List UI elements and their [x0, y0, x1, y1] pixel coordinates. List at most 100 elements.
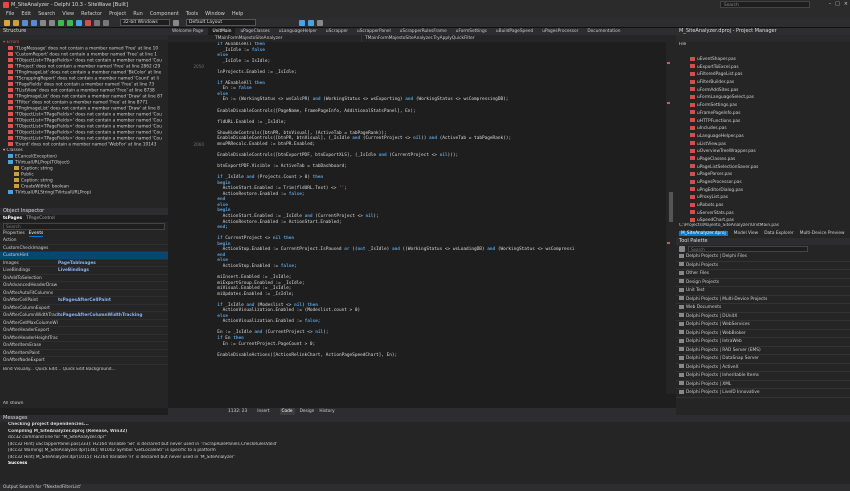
project-file-item[interactable]: uServerStats.pas [676, 210, 850, 218]
menu-run[interactable]: Run [133, 11, 143, 17]
tab-documentation[interactable]: Documentation [583, 28, 624, 35]
menu-window[interactable]: Window [205, 11, 225, 17]
event-value[interactable] [58, 275, 168, 282]
event-row[interactable]: OnAfterGetMaxColumnWidth [0, 320, 168, 327]
menu-project[interactable]: Project [109, 11, 126, 17]
project-file-item[interactable]: uPngEditorDialog.pas [676, 187, 850, 195]
event-row[interactable]: CustomCheckImages [0, 245, 168, 252]
project-file-item[interactable]: uFilteredPageList.pas [676, 71, 850, 79]
event-row[interactable]: OnAfterCellPaint tsPagesAfterCellPaint [0, 297, 168, 305]
palette-category[interactable]: Delphi Projects | DataSnap Server [676, 355, 850, 364]
project-file-item[interactable]: uLanguageHelper.pas [676, 133, 850, 141]
project-file-item[interactable]: uPageClasses.pas [676, 156, 850, 164]
tab-welcome page[interactable]: Welcome Page [168, 28, 207, 35]
event-row[interactable]: OnAfterNodeExport [0, 357, 168, 365]
new-icon[interactable] [4, 19, 10, 26]
help-icon[interactable] [317, 19, 323, 26]
method-combo[interactable]: TMainFormMajestoSiteAnalyzer.TryApplyQui… [362, 35, 475, 42]
palette-category[interactable]: Delphi Projects | Delphi Files [676, 253, 850, 262]
event-value[interactable] [58, 282, 168, 289]
palette-category[interactable]: Other Files [676, 270, 850, 279]
tab-uscrapper[interactable]: uScrapper [322, 28, 352, 35]
selected-component[interactable]: tsPages [3, 215, 22, 222]
platform-combo[interactable]: 32-bit Windows [120, 19, 170, 26]
open-icon[interactable] [13, 19, 19, 26]
inspector-search-input[interactable]: Search [3, 223, 165, 230]
class-combo[interactable]: TMainFormMajestoSiteAnalyzer [212, 35, 362, 42]
project-file-item[interactable]: uOverviewTreeWrapper.pas [676, 148, 850, 156]
tab-uformsettings[interactable]: uFormSettings [452, 28, 491, 35]
tab-uscrapperrulesframe[interactable]: uScrapperRulesFrame [396, 28, 451, 35]
event-value[interactable] [58, 290, 168, 297]
event-value[interactable]: tsPagesAfterCellPaint [58, 297, 168, 304]
project-file-item[interactable]: uFilterBuilder.pas [676, 79, 850, 87]
palette-category[interactable]: Delphi Projects | XML [676, 381, 850, 389]
palette-category[interactable]: Delphi Projects | Inheritable Items [676, 372, 850, 381]
project-file-item[interactable]: uRobots.pas [676, 202, 850, 210]
palette-category[interactable]: Delphi Projects | WebBroker [676, 330, 850, 338]
project-file-item[interactable]: uPageListSelectionSaver.pas [676, 164, 850, 172]
menu-component[interactable]: Component [150, 11, 179, 17]
event-value[interactable] [58, 252, 168, 259]
palette-category[interactable]: Design Projects [676, 279, 850, 287]
tab-code[interactable]: Code [279, 408, 295, 415]
palette-category[interactable]: Unit Test [676, 287, 850, 296]
output-tab[interactable]: Output Search for 'TNextedFilterList' [0, 484, 850, 491]
pm-tab[interactable]: M_SiteAnalyzer.dproj [679, 231, 728, 236]
minimize-icon[interactable]: – [829, 1, 832, 7]
event-row[interactable]: CustomHint [0, 252, 168, 260]
event-value[interactable]: LiveBindings [58, 267, 168, 274]
palette-search-input[interactable]: Search [688, 246, 808, 252]
pm-tab[interactable]: Multi-Device Preview [800, 231, 845, 236]
event-value[interactable] [58, 305, 168, 312]
palette-category[interactable]: Delphi Projects | RAD Server (EMS) [676, 347, 850, 355]
global-search-input[interactable]: Search [720, 1, 810, 8]
tab-design[interactable]: Design [300, 408, 315, 415]
event-row[interactable]: LiveBindings LiveBindings [0, 267, 168, 275]
back-icon[interactable] [299, 19, 305, 26]
project-file-item[interactable]: uPageParser.pas [676, 171, 850, 179]
code-area[interactable]: if AEnableAll then _IsIdle := false else… [212, 42, 662, 394]
palette-category[interactable]: Delphi Projects | ActiveX [676, 364, 850, 372]
event-value[interactable] [58, 335, 168, 342]
event-row[interactable]: OnAfterAutoFitColumns [0, 290, 168, 297]
pm-tab[interactable]: Data Explorer [764, 231, 794, 236]
event-row[interactable]: OnAfterHeaderExport [0, 327, 168, 335]
menu-edit[interactable]: Edit [21, 11, 31, 17]
tab-unitmain[interactable]: UnitMain [208, 28, 236, 35]
event-row[interactable]: OnAfterColumnWidthTrackingtsPagesAfterCo… [0, 312, 168, 320]
event-row[interactable]: OnAfterItemPaint [0, 350, 168, 357]
event-value[interactable]: PageTabImages [58, 260, 168, 267]
tab-upageclasses[interactable]: uPageClasses [236, 28, 273, 35]
event-value[interactable] [58, 320, 168, 327]
project-file-item[interactable]: uFormLanguageSelect.pas [676, 94, 850, 102]
pause-icon[interactable] [76, 19, 82, 26]
tab-upagesprocessor[interactable]: uPagesProcessor [538, 28, 582, 35]
palette-categories-icon[interactable] [679, 246, 685, 252]
menu-help[interactable]: Help [232, 11, 243, 17]
trace-into-icon[interactable] [103, 19, 109, 26]
tab-history[interactable]: History [319, 408, 334, 415]
close-icon[interactable]: × [844, 1, 848, 7]
tab-ulanguagehelper[interactable]: uLanguageHelper [275, 28, 321, 35]
project-file-item[interactable]: uExportToExcel.pas [676, 64, 850, 72]
pm-tab[interactable]: Model View [734, 231, 758, 236]
palette-category[interactable]: Delphi Projects | LiveID Innovative [676, 389, 850, 398]
project-file-item[interactable]: uListView.pas [676, 141, 850, 149]
event-value[interactable]: tsPagesAfterColumnWidthTracking [58, 312, 168, 319]
tab-ubuildpagespeed[interactable]: uBuildPageSpeed [492, 28, 537, 35]
event-row[interactable]: Action [0, 237, 168, 245]
menu-search[interactable]: Search [38, 11, 55, 17]
undo-icon[interactable] [40, 19, 46, 26]
redo-icon[interactable] [49, 19, 55, 26]
palette-category[interactable]: Delphi Projects | WebServices [676, 321, 850, 330]
palette-category[interactable]: Delphi Projects | IntraWeb [676, 338, 850, 347]
menu-refactor[interactable]: Refactor [81, 11, 102, 17]
class-item[interactable]: TVirtualURLString(TVirtualURLProp) [0, 190, 168, 196]
message-line[interactable]: Success [0, 461, 850, 468]
maximize-icon[interactable]: □ [835, 1, 840, 7]
project-file-item[interactable]: uFramePageInfo.pas [676, 110, 850, 118]
event-row[interactable]: OnAdvancedHeaderDraw [0, 282, 168, 290]
step-over-icon[interactable] [94, 19, 100, 26]
save-all-icon[interactable] [31, 19, 37, 26]
